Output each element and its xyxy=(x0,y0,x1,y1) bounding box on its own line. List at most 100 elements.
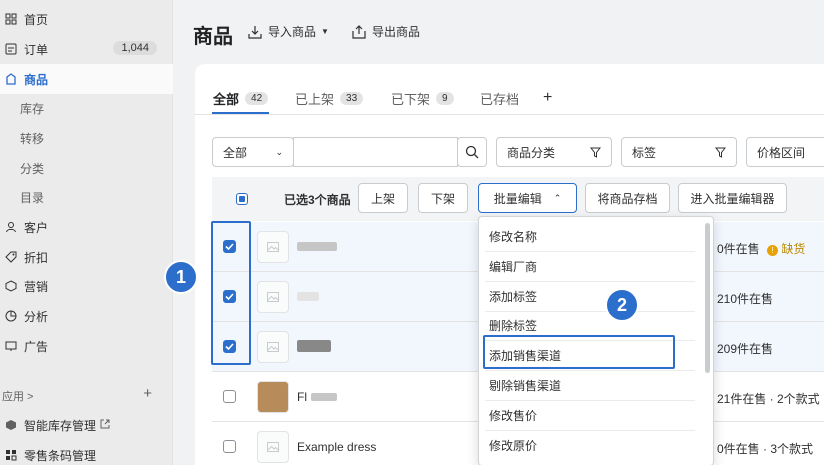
menu-divider xyxy=(485,251,695,252)
tabs-divider xyxy=(195,114,824,115)
row-checkbox[interactable] xyxy=(223,440,236,453)
product-name[interactable]: Fl xyxy=(297,390,337,404)
add-tab-icon[interactable]: + xyxy=(543,82,552,114)
search-input[interactable] xyxy=(293,137,458,167)
sidebar-subitem-catalogs[interactable]: 目录 xyxy=(20,183,44,211)
tab-active[interactable]: 已上架 33 xyxy=(295,82,364,114)
price-filter-label: 价格区间 xyxy=(757,145,806,160)
scope-select[interactable]: 全部 ⌄ xyxy=(212,137,294,167)
sidebar-item-products[interactable]: 商品 xyxy=(0,64,173,94)
menu-divider xyxy=(485,400,695,401)
menu-divider xyxy=(485,311,695,312)
sidebar-item-label: 广告 xyxy=(24,339,49,354)
dropdown-scrollbar[interactable] xyxy=(705,223,710,373)
tab-label: 已下架 xyxy=(391,91,431,107)
filter-icon xyxy=(715,147,726,158)
category-filter-label: 商品分类 xyxy=(507,145,556,160)
chevron-up-icon: ⌃ xyxy=(553,192,562,203)
sidebar-item-label: 商品 xyxy=(24,72,49,87)
page-title: 商品 xyxy=(193,26,233,48)
import-products-button[interactable]: 导入商品 ▼ xyxy=(248,23,329,40)
select-all-checkbox[interactable] xyxy=(236,193,248,205)
tab-count: 9 xyxy=(436,91,454,105)
export-label: 导出商品 xyxy=(372,25,421,39)
sidebar-item-discounts[interactable]: 折扣 xyxy=(0,242,173,272)
bulk-actions-bar: 已选3个商品 上架 下架 批量编辑 ⌃ 将商品存档 进入批量编辑器 xyxy=(212,177,824,221)
sidebar-item-customers[interactable]: 客户 xyxy=(0,212,173,242)
archive-products-button[interactable]: 将商品存档 xyxy=(585,183,670,213)
sidebar-app-inventory[interactable]: 智能库存管理 xyxy=(0,410,173,440)
sidebar-subitem-transfers[interactable]: 转移 xyxy=(20,124,44,152)
annotation-checkbox-highlight xyxy=(211,221,251,365)
sidebar-item-label: 分析 xyxy=(24,309,49,324)
inventory-status: 0件在售 · 3个款式 xyxy=(717,442,814,456)
sidebar-subitem-collections[interactable]: 分类 xyxy=(20,154,44,182)
menu-divider xyxy=(485,370,695,371)
marketing-icon xyxy=(4,279,18,293)
annotation-step-2: 2 xyxy=(605,288,639,322)
inventory-status: 210件在售 xyxy=(717,292,774,306)
external-link-icon xyxy=(100,418,110,432)
product-thumbnail xyxy=(257,431,289,463)
menu-item-edit-vendor[interactable]: 编辑厂商 xyxy=(489,255,537,277)
menu-item-add-tags[interactable]: 添加标签 xyxy=(489,285,537,307)
stock-warning-text: 缺货 xyxy=(781,242,806,256)
menu-divider xyxy=(485,430,695,431)
price-filter[interactable]: 价格区间 xyxy=(746,137,824,167)
sidebar-item-home[interactable]: 首页 xyxy=(0,4,173,34)
menu-item-edit-price[interactable]: 修改售价 xyxy=(489,404,537,426)
sidebar-item-analytics[interactable]: 分析 xyxy=(0,301,173,331)
chevron-down-icon: ▼ xyxy=(321,27,329,36)
product-name[interactable] xyxy=(297,340,331,355)
sidebar-item-ads[interactable]: 广告 xyxy=(0,331,173,361)
product-name[interactable]: Example dress xyxy=(297,440,376,454)
tab-all[interactable]: 全部 42 xyxy=(213,82,269,114)
apps-section-label[interactable]: 应用 > xyxy=(2,388,33,404)
home-icon xyxy=(4,12,18,26)
sidebar-item-orders[interactable]: 订单 1,044 xyxy=(0,34,173,64)
product-name[interactable] xyxy=(297,240,337,254)
tags-filter[interactable]: 标签 xyxy=(621,137,737,167)
search-button[interactable] xyxy=(457,137,487,167)
tags-filter-label: 标签 xyxy=(632,145,657,160)
order-icon xyxy=(4,42,18,56)
publish-button[interactable]: 上架 xyxy=(358,183,408,213)
tab-archived[interactable]: 已存档 xyxy=(480,82,519,114)
sidebar-item-marketing[interactable]: 营销 xyxy=(0,271,173,301)
filter-icon xyxy=(590,147,601,158)
page-header: 商品 导入商品 ▼ 导出商品 xyxy=(174,0,824,63)
add-app-icon[interactable]: + xyxy=(143,385,152,402)
sidebar-item-label: 首页 xyxy=(24,12,49,27)
menu-item-remove-tags[interactable]: 删除标签 xyxy=(489,314,537,336)
discount-icon xyxy=(4,250,18,264)
product-name-text: Fl xyxy=(297,390,307,404)
menu-divider xyxy=(485,281,695,282)
menu-item-remove-sales-channel[interactable]: 剔除销售渠道 xyxy=(489,374,561,396)
unpublish-button[interactable]: 下架 xyxy=(418,183,468,213)
row-checkbox[interactable] xyxy=(223,390,236,403)
annotation-menu-highlight xyxy=(483,335,675,369)
tab-label: 全部 xyxy=(213,91,240,107)
bulk-edit-button[interactable]: 批量编辑 ⌃ xyxy=(478,183,577,213)
inventory-status: 21件在售 · 2个款式 xyxy=(717,392,820,406)
menu-item-edit-compare-price[interactable]: 修改原价 xyxy=(489,434,537,456)
tab-draft[interactable]: 已下架 9 xyxy=(391,82,454,114)
selected-count-text: 已选3个商品 xyxy=(284,193,351,207)
product-thumbnail xyxy=(257,381,289,413)
sidebar-item-label: 营销 xyxy=(24,279,49,294)
product-name[interactable] xyxy=(297,290,319,304)
open-bulk-editor-button[interactable]: 进入批量编辑器 xyxy=(678,183,787,213)
sidebar-app-barcode[interactable]: 零售条码管理 xyxy=(0,440,173,465)
sidebar-subitem-inventory[interactable]: 库存 xyxy=(20,94,44,122)
category-filter[interactable]: 商品分类 xyxy=(496,137,612,167)
product-thumbnail xyxy=(257,331,289,363)
export-products-button[interactable]: 导出商品 xyxy=(352,23,420,40)
product-thumbnail xyxy=(257,231,289,263)
tag-icon xyxy=(4,72,18,86)
image-placeholder-icon xyxy=(267,442,279,452)
order-count-badge: 1,044 xyxy=(113,41,157,55)
image-placeholder-icon xyxy=(267,342,279,352)
app-box-icon xyxy=(4,418,18,432)
tab-count: 42 xyxy=(245,91,269,105)
menu-item-edit-title[interactable]: 修改名称 xyxy=(489,225,537,247)
